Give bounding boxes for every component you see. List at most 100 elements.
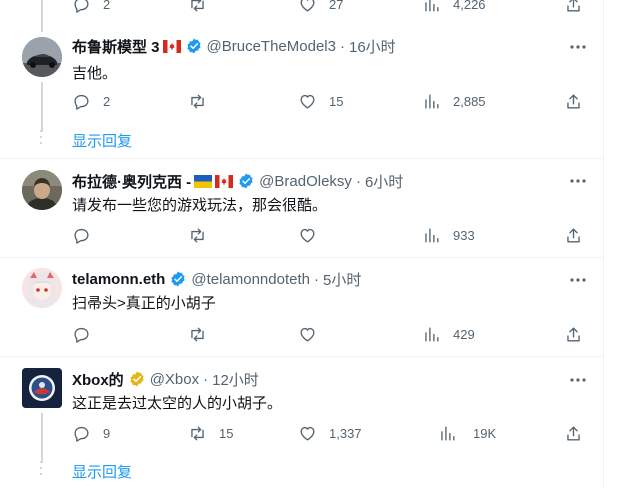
retweet-button[interactable] <box>188 90 207 112</box>
tweet-header: 布拉德·奥列克西 - @BradOleksy · 6小时 <box>72 171 403 191</box>
handle[interactable]: @BruceTheModel3 <box>207 38 336 55</box>
handle[interactable]: @Xbox <box>150 371 199 388</box>
timestamp[interactable]: 5小时 <box>323 269 361 290</box>
avatar[interactable] <box>22 37 62 77</box>
like-count: 27 <box>329 0 344 12</box>
share-button[interactable] <box>564 90 583 112</box>
timestamp[interactable]: 6小时 <box>365 171 403 192</box>
tweet-actions-top: 2 27 4,226 <box>72 0 592 15</box>
view-count: 4,226 <box>453 0 486 12</box>
divider <box>0 158 604 159</box>
tweet-actions: 933 <box>72 224 592 246</box>
canada-flag-icon <box>215 174 234 188</box>
reply-button[interactable]: 2 <box>72 90 110 112</box>
reply-icon <box>74 228 89 244</box>
share-button[interactable] <box>564 422 583 444</box>
thread-dots <box>40 130 42 148</box>
retweet-button[interactable] <box>188 224 207 246</box>
handle[interactable]: @telamonndoteth <box>191 271 310 288</box>
retweet-icon <box>191 227 204 243</box>
views-button[interactable]: 19K <box>438 422 496 444</box>
tweet-header: telamonn.eth @telamonndoteth · 5小时 <box>72 269 361 289</box>
more-icon[interactable] <box>569 371 587 389</box>
avatar[interactable] <box>22 268 62 308</box>
reply-button[interactable]: 9 <box>72 422 110 444</box>
display-name[interactable]: 布鲁斯模型 3 <box>72 36 160 57</box>
like-button[interactable] <box>298 323 317 345</box>
like-icon <box>300 327 315 342</box>
thread-line <box>41 82 43 132</box>
retweet-button[interactable]: 15 <box>188 422 233 444</box>
retweet-count: 15 <box>219 425 234 441</box>
like-button[interactable]: 1,337 <box>298 422 362 444</box>
view-count: 2,885 <box>453 93 486 109</box>
handle[interactable]: @BradOleksy <box>259 173 352 190</box>
share-icon <box>567 326 580 342</box>
views-button[interactable]: 429 <box>422 323 475 345</box>
canada-flag-icon <box>162 39 181 53</box>
separator: · <box>203 370 209 388</box>
avatar[interactable] <box>22 368 62 408</box>
views-button[interactable]: 933 <box>422 224 475 246</box>
ukraine-flag-icon <box>194 174 213 188</box>
reply-count: 2 <box>103 0 111 12</box>
divider <box>0 257 604 258</box>
like-button[interactable]: 27 <box>298 0 343 15</box>
view-count: 19K <box>473 425 497 441</box>
share-button[interactable] <box>564 323 583 345</box>
retweet-icon <box>191 425 204 441</box>
like-count: 15 <box>329 93 344 109</box>
more-icon[interactable] <box>569 271 587 289</box>
like-icon <box>300 94 315 109</box>
tweet-text: 请发布一些您的游戏玩法，那会很酷。 <box>72 197 328 214</box>
tweet-actions: 9 15 1,337 19K <box>72 422 592 444</box>
like-button[interactable]: 15 <box>298 90 343 112</box>
reply-icon <box>74 327 89 343</box>
divider <box>0 356 604 357</box>
timestamp[interactable]: 16小时 <box>349 36 396 57</box>
display-name[interactable]: Xbox的 <box>72 369 124 390</box>
like-icon <box>300 426 315 441</box>
reply-count: 2 <box>103 93 111 109</box>
show-replies-link[interactable]: 显示回复 <box>72 130 132 151</box>
like-button[interactable] <box>298 224 317 246</box>
share-icon <box>567 227 580 243</box>
share-button[interactable] <box>564 224 583 246</box>
retweet-button[interactable] <box>188 0 207 15</box>
tweet-text: 扫帚头>真正的小胡子 <box>72 295 216 312</box>
display-name[interactable]: telamonn.eth <box>72 271 165 288</box>
more-icon[interactable] <box>569 38 587 56</box>
verified-badge-icon <box>186 38 201 54</box>
tweet-text: 这正是去过太空的人的小胡子。 <box>72 395 283 412</box>
views-icon <box>425 93 439 109</box>
timestamp[interactable]: 12小时 <box>212 369 259 390</box>
thread-line <box>41 0 43 32</box>
space-patch-avatar-image <box>22 368 62 408</box>
show-replies-link[interactable]: 显示回复 <box>72 461 132 482</box>
tweet-actions: 2 15 2,885 <box>72 90 592 112</box>
reply-button[interactable] <box>72 323 91 345</box>
views-button[interactable]: 2,885 <box>422 90 486 112</box>
share-icon <box>567 425 580 441</box>
display-name[interactable]: 布拉德·奥列克西 - <box>72 171 191 192</box>
avatar[interactable] <box>22 170 62 210</box>
views-icon <box>425 0 439 12</box>
reply-button[interactable] <box>72 224 91 246</box>
more-icon[interactable] <box>569 172 587 190</box>
like-count: 1,337 <box>329 425 362 441</box>
views-button[interactable]: 4,226 <box>422 0 486 15</box>
tweet-header: 布鲁斯模型 3 @BruceTheModel3 · 16小时 <box>72 36 396 56</box>
view-count: 429 <box>453 326 475 342</box>
reply-icon <box>74 94 89 110</box>
share-button[interactable] <box>564 0 583 15</box>
retweet-icon <box>191 93 204 109</box>
separator: · <box>339 37 345 55</box>
tweet-actions: 429 <box>72 323 592 345</box>
like-icon <box>300 0 315 12</box>
reply-icon <box>74 426 89 442</box>
reply-button[interactable]: 2 <box>72 0 110 15</box>
tweet-text: 吉他。 <box>72 65 118 82</box>
like-icon <box>300 228 315 243</box>
retweet-button[interactable] <box>188 323 207 345</box>
separator: · <box>313 270 319 288</box>
